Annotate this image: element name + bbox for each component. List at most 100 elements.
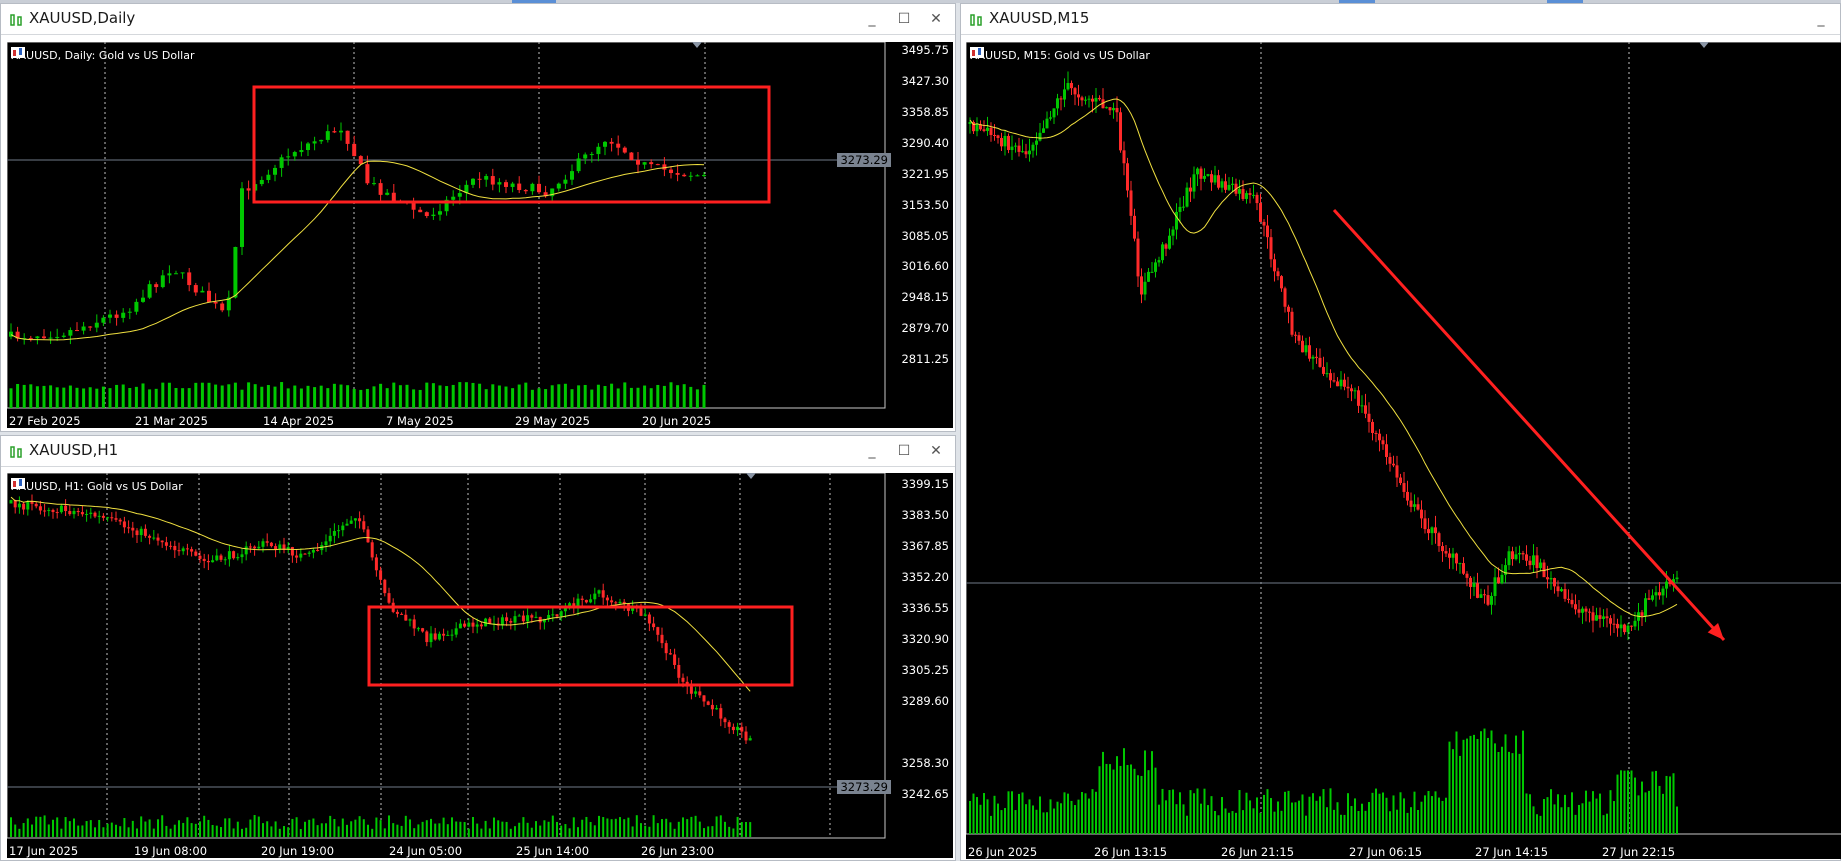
candle-body	[1059, 98, 1063, 100]
candle-body	[1185, 187, 1189, 207]
candle-body	[479, 624, 483, 627]
candle-body	[583, 154, 588, 159]
candle-body	[437, 633, 441, 640]
chart-area[interactable]: XAUUSD, M15: Gold vs US Dollar 26 Jun 20…	[966, 42, 1841, 859]
candle-body	[257, 546, 261, 549]
chart-window-daily[interactable]: XAUUSD,Daily _ ☐ ✕ XAUUSD, Daily: Gold v…	[0, 3, 956, 432]
minimize-button[interactable]: _	[861, 442, 883, 460]
candle-body	[1658, 592, 1661, 596]
candle-body	[127, 527, 131, 529]
candle-body	[1441, 546, 1444, 552]
candle-body	[114, 518, 118, 520]
candle-body	[559, 611, 563, 617]
candle-body	[391, 192, 396, 201]
candle-body	[1266, 225, 1269, 238]
candle-body	[736, 726, 740, 731]
candle-body	[662, 164, 667, 170]
candle-body	[1024, 151, 1028, 155]
chart-area[interactable]: XAUUSD, Daily: Gold vs US Dollar 3495.75…	[7, 42, 953, 428]
candle-body	[597, 590, 601, 594]
y-axis-label: 3399.15	[901, 477, 949, 491]
candle-body	[454, 628, 458, 635]
candle-body	[1301, 340, 1304, 353]
candle-body	[1182, 206, 1185, 208]
close-button[interactable]: ✕	[925, 442, 947, 460]
candle-body	[72, 511, 76, 515]
candle-body	[471, 622, 475, 627]
candle-body	[1063, 89, 1066, 100]
candle-body	[1437, 533, 1441, 547]
chart-type-icon	[970, 47, 984, 58]
maximize-button[interactable]: ☐	[893, 442, 915, 460]
candle-body	[1465, 573, 1469, 578]
title-bar[interactable]: XAUUSD,M15 _	[961, 4, 1840, 35]
chart-type-icon	[11, 47, 25, 58]
candle-body	[1385, 444, 1388, 457]
window-title: XAUUSD,M15	[989, 9, 1090, 27]
title-bar[interactable]: XAUUSD,Daily _ ☐ ✕	[1, 4, 955, 35]
candle-body	[744, 731, 748, 741]
candle-body	[1616, 623, 1619, 629]
candle-body	[1444, 551, 1448, 554]
candle-body	[1574, 604, 1577, 610]
candle-body	[358, 518, 362, 522]
candle-body	[22, 503, 26, 510]
candle-body	[589, 154, 594, 156]
maximize-button[interactable]: ☐	[893, 10, 915, 28]
candle-body	[1297, 335, 1301, 341]
candle-body	[1119, 112, 1122, 151]
candle-body	[1217, 175, 1220, 188]
moving-average-line	[10, 160, 705, 341]
candle-body	[400, 613, 404, 615]
candle-body	[1070, 83, 1073, 89]
candle-body	[295, 555, 299, 558]
chart-header-text: XAUUSD, Daily: Gold vs US Dollar	[11, 48, 195, 62]
candle-body	[240, 188, 244, 247]
candle-body	[1035, 140, 1038, 145]
candle-body	[521, 615, 525, 622]
candle-body	[1056, 98, 1059, 109]
candle-body	[316, 549, 320, 551]
candle-body	[1220, 181, 1224, 188]
candle-body	[1224, 181, 1227, 190]
candle-body	[457, 193, 462, 197]
candle-body	[253, 546, 257, 549]
x-axis-label: 7 May 2025	[386, 414, 454, 428]
y-axis-label: 3258.30	[901, 756, 949, 770]
candle-body	[164, 542, 168, 546]
title-bar[interactable]: XAUUSD,H1 _ ☐ ✕	[1, 436, 955, 467]
candle-body	[1304, 345, 1308, 353]
candle-body	[660, 634, 664, 644]
minimize-button[interactable]: _	[1810, 10, 1832, 28]
candle-body	[135, 530, 139, 536]
candle-body	[580, 598, 584, 600]
candle-body	[563, 179, 568, 184]
candle-body	[319, 139, 324, 142]
x-axis-label: 27 Feb 2025	[9, 414, 81, 428]
y-axis-label: 3221.95	[901, 167, 949, 181]
candle-body	[1378, 433, 1381, 441]
candle-body	[1189, 187, 1192, 192]
candle-body	[1577, 609, 1581, 613]
candle-body	[1157, 260, 1161, 263]
y-axis-label: 3153.50	[901, 198, 949, 212]
x-axis-label: 27 Jun 06:15	[1349, 845, 1423, 859]
chart-area[interactable]: XAUUSD, H1: Gold vs US Dollar 3399.15 338…	[7, 473, 953, 858]
y-axis-label: 3320.90	[901, 632, 949, 646]
candle-body	[127, 311, 132, 313]
candle-body	[1364, 405, 1367, 414]
candle-body	[1133, 215, 1136, 239]
candle-body	[34, 503, 38, 507]
chart-window-m15[interactable]: XAUUSD,M15 _ XAUUSD, M15: Gold vs US Dol…	[960, 3, 1841, 861]
candle-body	[433, 633, 437, 640]
chart-window-icon	[970, 14, 982, 26]
minimize-button[interactable]: _	[861, 10, 883, 28]
close-button[interactable]: ✕	[925, 10, 947, 28]
candle-body	[1252, 194, 1255, 196]
candle-body	[1360, 405, 1364, 407]
chart-type-icon	[11, 478, 25, 489]
candle-body	[1052, 108, 1056, 118]
chart-window-h1[interactable]: XAUUSD,H1 _ ☐ ✕ XAUUSD, H1: Gold vs US D…	[0, 435, 956, 861]
candle-body	[48, 337, 53, 339]
candle-body	[269, 542, 273, 547]
